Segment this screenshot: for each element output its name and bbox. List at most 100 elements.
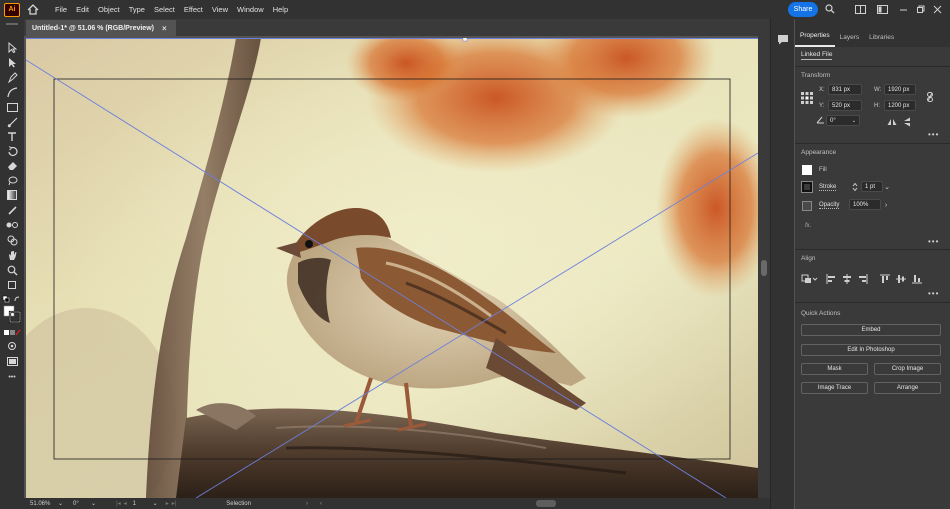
arrange-button[interactable]: Arrange <box>874 382 941 394</box>
first-artboard-icon[interactable]: |◂ <box>116 500 121 507</box>
arrange-documents-icon[interactable] <box>854 3 866 15</box>
toolbar-grip[interactable] <box>6 23 18 25</box>
vertical-scrollbar-thumb[interactable] <box>761 260 767 276</box>
rotation-value[interactable]: 0° <box>73 501 91 507</box>
stroke-label[interactable]: Stroke <box>819 184 837 191</box>
type-tool-icon[interactable] <box>5 131 19 143</box>
align-more-options-icon[interactable]: ••• <box>928 289 939 298</box>
stroke-weight-field[interactable]: 1 pt <box>861 181 883 192</box>
app-logo[interactable]: Ai <box>4 2 20 17</box>
angle-dropdown-chevron-icon[interactable]: ⌄ <box>852 118 856 124</box>
menu-object[interactable]: Object <box>98 5 120 14</box>
opacity-field[interactable]: 100% <box>849 199 881 210</box>
menu-window[interactable]: Window <box>237 5 264 14</box>
rotate-tool-icon[interactable] <box>5 145 19 157</box>
stroke-weight-stepper-icon[interactable] <box>850 182 860 192</box>
status-menu-arrow-icon[interactable]: › <box>306 501 308 507</box>
next-artboard-icon[interactable]: ▸ <box>166 500 169 507</box>
zoom-tool-icon[interactable] <box>5 264 19 276</box>
y-position-field[interactable]: 520 px <box>828 100 862 111</box>
lasso-tool-icon[interactable] <box>5 174 19 186</box>
color-mode-icon[interactable] <box>3 327 21 339</box>
transform-more-options-icon[interactable]: ••• <box>928 130 939 139</box>
placed-image[interactable] <box>26 38 758 498</box>
menu-select[interactable]: Select <box>154 5 175 14</box>
align-left-icon[interactable] <box>826 274 836 284</box>
shape-builder-tool-icon[interactable] <box>5 234 19 246</box>
paintbrush-tool-icon[interactable] <box>5 116 19 128</box>
zoom-dropdown-chevron-icon[interactable]: ⌄ <box>58 500 63 507</box>
menu-edit[interactable]: Edit <box>76 5 89 14</box>
minimize-icon[interactable] <box>897 3 909 15</box>
tab-libraries[interactable]: Libraries <box>864 34 899 47</box>
previous-artboard-icon[interactable]: ◂ <box>124 500 127 507</box>
height-field[interactable]: 1200 px <box>884 100 916 111</box>
close-tab-icon[interactable]: × <box>162 24 167 33</box>
align-top-icon[interactable] <box>880 274 890 284</box>
menu-help[interactable]: Help <box>273 5 288 14</box>
eraser-tool-icon[interactable] <box>5 159 19 171</box>
document-tab[interactable]: Untitled-1* @ 51.06 % (RGB/Preview) × <box>26 20 176 36</box>
align-horizontal-center-icon[interactable] <box>842 274 852 284</box>
tab-layers[interactable]: Layers <box>835 34 865 47</box>
edit-in-photoshop-button[interactable]: Edit In Photoshop <box>801 344 941 356</box>
align-vertical-center-icon[interactable] <box>896 274 906 284</box>
blend-tool-icon[interactable] <box>5 219 19 231</box>
flip-vertical-icon[interactable] <box>902 117 912 127</box>
artboard-dropdown-chevron-icon[interactable]: ⌄ <box>153 500 158 507</box>
image-trace-button[interactable]: Image Trace <box>801 382 868 394</box>
direct-selection-tool-icon[interactable] <box>5 56 19 68</box>
linked-file-label[interactable]: Linked File <box>801 51 833 60</box>
stroke-weight-dropdown-icon[interactable]: ⌄ <box>882 182 892 192</box>
eyedropper-tool-icon[interactable] <box>5 204 19 216</box>
curvature-tool-icon[interactable] <box>5 86 19 98</box>
restore-icon[interactable] <box>914 3 926 15</box>
fill-stroke-swatch-icon[interactable] <box>3 305 21 323</box>
fx-effects-icon[interactable]: fx. <box>805 223 811 229</box>
share-button[interactable]: Share <box>788 2 818 17</box>
align-right-icon[interactable] <box>858 274 868 284</box>
width-field[interactable]: 1920 px <box>884 84 916 95</box>
last-artboard-icon[interactable]: ▸| <box>172 500 177 507</box>
reference-point-icon[interactable] <box>801 92 813 104</box>
search-icon[interactable] <box>824 3 836 15</box>
menu-effect[interactable]: Effect <box>184 5 203 14</box>
scroll-left-icon[interactable]: ‹ <box>320 501 322 507</box>
canvas-area[interactable] <box>24 36 758 498</box>
artboard-number[interactable]: 1 <box>133 501 153 507</box>
default-colors-icon[interactable] <box>2 293 22 305</box>
menu-file[interactable]: File <box>55 5 67 14</box>
zoom-level[interactable]: 51.06% <box>30 501 58 507</box>
crop-image-button[interactable]: Crop Image <box>874 363 941 375</box>
menu-view[interactable]: View <box>212 5 228 14</box>
vertical-scrollbar[interactable] <box>758 36 770 498</box>
x-position-field[interactable]: 831 px <box>828 84 862 95</box>
horizontal-scrollbar-thumb[interactable] <box>536 500 556 507</box>
workspace-switcher-icon[interactable] <box>876 3 888 15</box>
rotation-dropdown-chevron-icon[interactable]: ⌄ <box>91 500 96 507</box>
rotation-angle-field[interactable]: 0° ⌄ <box>826 115 860 126</box>
embed-button[interactable]: Embed <box>801 324 941 336</box>
screen-mode-icon[interactable] <box>5 355 19 367</box>
opacity-label[interactable]: Opacity <box>819 202 840 209</box>
gradient-tool-icon[interactable] <box>5 189 19 201</box>
menu-type[interactable]: Type <box>129 5 145 14</box>
hand-tool-icon[interactable] <box>5 249 19 261</box>
align-bottom-icon[interactable] <box>912 274 922 284</box>
mask-button[interactable]: Mask <box>801 363 868 375</box>
artboard-tool-icon[interactable] <box>5 279 19 291</box>
comments-icon[interactable] <box>776 33 790 45</box>
appearance-more-options-icon[interactable]: ••• <box>928 237 939 246</box>
home-icon[interactable] <box>26 3 40 17</box>
flip-horizontal-icon[interactable] <box>887 117 897 127</box>
draw-mode-icon[interactable] <box>5 340 19 352</box>
close-icon[interactable] <box>931 3 943 15</box>
selection-tool-icon[interactable] <box>5 41 19 53</box>
opacity-menu-arrow-icon[interactable]: › <box>881 200 891 210</box>
rectangle-tool-icon[interactable] <box>5 101 19 113</box>
pen-tool-icon[interactable] <box>5 71 19 83</box>
tab-properties[interactable]: Properties <box>795 32 835 47</box>
constrain-proportions-icon[interactable] <box>925 92 935 102</box>
stroke-swatch[interactable] <box>802 182 812 192</box>
edit-toolbar-more-icon[interactable]: ••• <box>5 371 19 383</box>
